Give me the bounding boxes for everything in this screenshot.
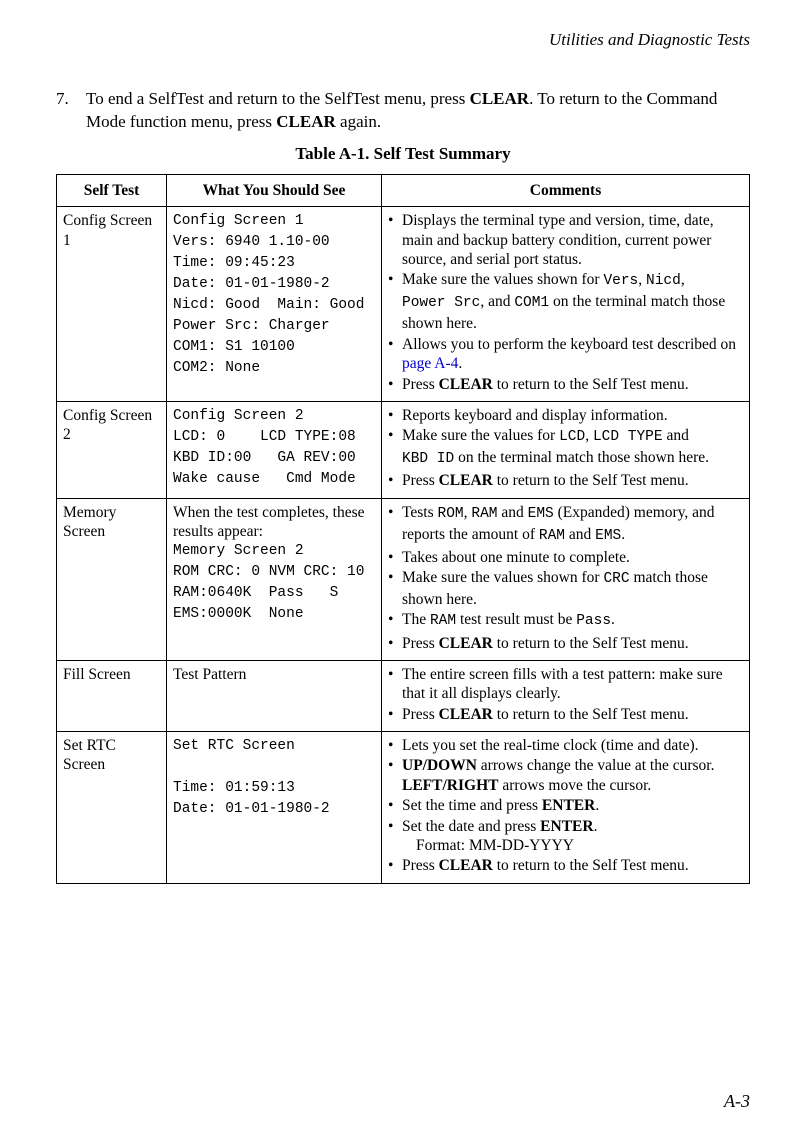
selftest-name: Config Screen 2 bbox=[57, 401, 167, 498]
selftest-comments: Tests ROM, RAM and EMS (Expanded) memory… bbox=[382, 498, 750, 660]
selftest-name: Fill Screen bbox=[57, 660, 167, 731]
step-text: To end a SelfTest and return to the Self… bbox=[86, 88, 750, 134]
selftest-table: Self Test What You Should See Comments C… bbox=[56, 174, 750, 884]
selftest-name: Set RTC Screen bbox=[57, 732, 167, 884]
step-7: 7. To end a SelfTest and return to the S… bbox=[56, 88, 750, 134]
selftest-output: When the test completes, these results a… bbox=[167, 498, 382, 660]
header-selftest: Self Test bbox=[57, 174, 167, 206]
table-row: Config Screen 2 Config Screen 2 LCD: 0 L… bbox=[57, 401, 750, 498]
selftest-name: Memory Screen bbox=[57, 498, 167, 660]
running-head: Utilities and Diagnostic Tests bbox=[56, 30, 750, 50]
selftest-comments: Lets you set the real-time clock (time a… bbox=[382, 732, 750, 884]
selftest-output: Config Screen 2 LCD: 0 LCD TYPE:08 KBD I… bbox=[167, 401, 382, 498]
selftest-comments: Displays the terminal type and version, … bbox=[382, 207, 750, 402]
selftest-output: Config Screen 1 Vers: 6940 1.10-00 Time:… bbox=[167, 207, 382, 402]
header-comments: Comments bbox=[382, 174, 750, 206]
table-caption: Table A-1. Self Test Summary bbox=[56, 144, 750, 164]
selftest-output: Test Pattern bbox=[167, 660, 382, 731]
table-row: Memory Screen When the test completes, t… bbox=[57, 498, 750, 660]
table-row: Set RTC Screen Set RTC Screen Time: 01:5… bbox=[57, 732, 750, 884]
selftest-comments: Reports keyboard and display information… bbox=[382, 401, 750, 498]
header-whatsee: What You Should See bbox=[167, 174, 382, 206]
selftest-name: Config Screen 1 bbox=[57, 207, 167, 402]
step-number: 7. bbox=[56, 88, 86, 134]
selftest-output: Set RTC Screen Time: 01:59:13 Date: 01-0… bbox=[167, 732, 382, 884]
table-row: Config Screen 1 Config Screen 1 Vers: 69… bbox=[57, 207, 750, 402]
selftest-comments: The entire screen fills with a test patt… bbox=[382, 660, 750, 731]
page-number: A-3 bbox=[724, 1091, 750, 1112]
table-row: Fill Screen Test Pattern The entire scre… bbox=[57, 660, 750, 731]
page-link[interactable]: page A-4 bbox=[402, 355, 458, 372]
